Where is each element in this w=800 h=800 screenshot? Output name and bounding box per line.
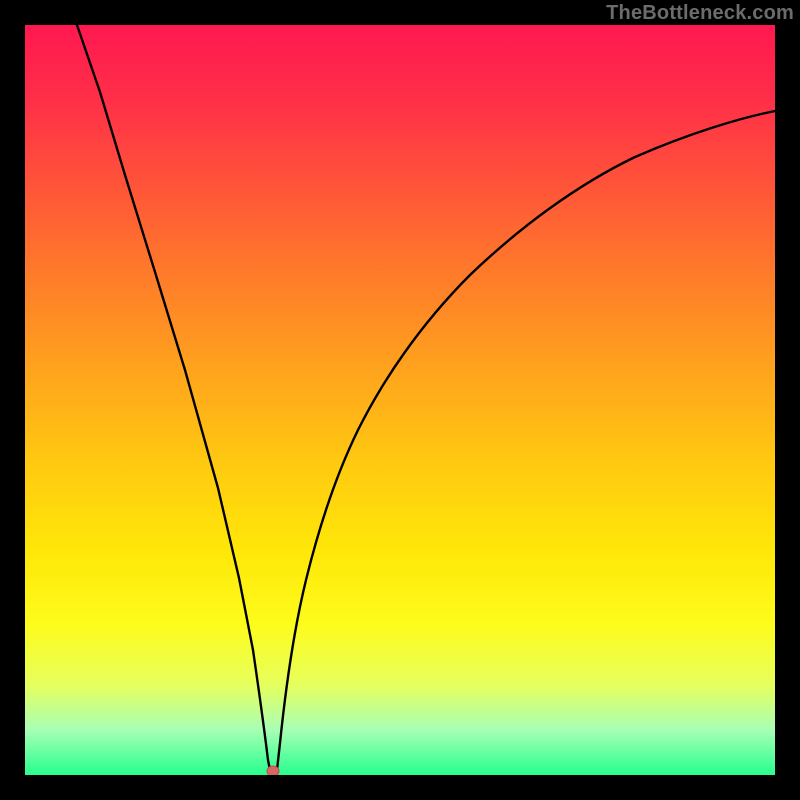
plot-area (25, 25, 775, 775)
watermark: TheBottleneck.com (606, 2, 794, 25)
bottleneck-curve (77, 25, 775, 770)
chart-frame: TheBottleneck.com (0, 0, 800, 800)
minimum-marker (267, 766, 279, 775)
curve-svg (25, 25, 775, 775)
